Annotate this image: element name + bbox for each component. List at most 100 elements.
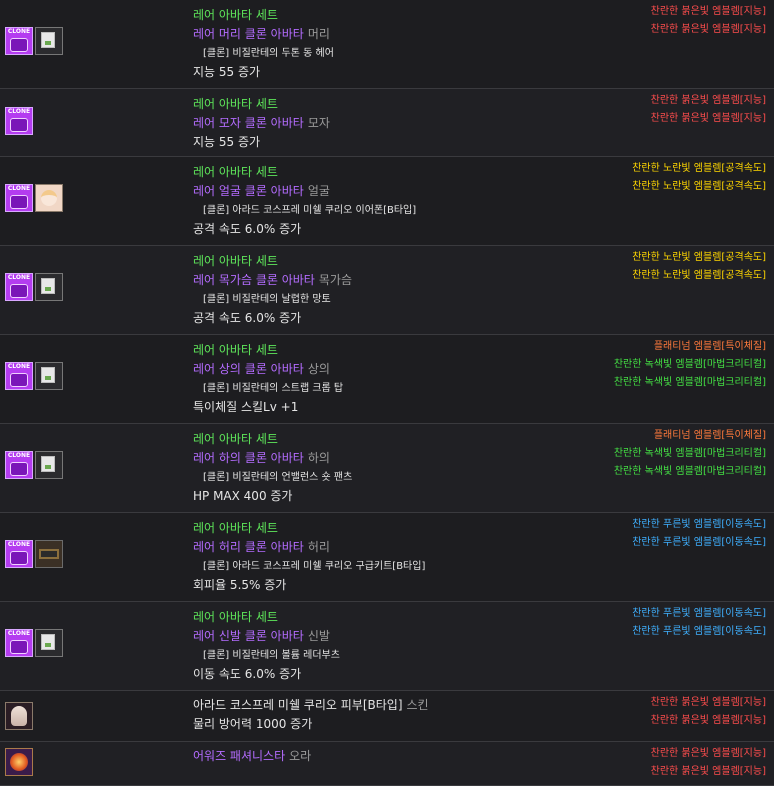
slot-label: 목가슴 — [318, 273, 352, 287]
emblem: 찬란한 붉은빛 엠블렘[지능] — [650, 715, 766, 726]
item-icons: CLONE — [5, 184, 63, 212]
emblem-list: 플래티넘 엠블렘[특이체질] 찬란한 녹색빛 엠블렘[마법크리티컬] 찬란한 녹… — [614, 427, 766, 481]
emblem-list: 찬란한 푸른빛 엠블렘[이동속도] 찬란한 푸른빛 엠블렘[이동속도] — [632, 605, 766, 641]
clone-avatar-icon: CLONE — [5, 184, 33, 212]
avatar-row-neck[interactable]: CLONE 레어 아바타 세트 레어 목가슴 클론 아바타 목가슴 [클론] 비질… — [0, 246, 774, 335]
emblem: 플래티넘 엠블렘[특이체질] — [653, 341, 766, 352]
avatar-row-top[interactable]: CLONE 레어 아바타 세트 레어 상의 클론 아바타 상의 [클론] 비질란테… — [0, 335, 774, 424]
broken-image-icon — [35, 451, 63, 479]
slot-label: 스킨 — [406, 698, 429, 712]
item-icons: CLONE — [5, 540, 63, 568]
emblem: 찬란한 붉은빛 엠블렘[지능] — [650, 113, 766, 124]
emblem-list: 찬란한 붉은빛 엠블렘[지능] 찬란한 붉은빛 엠블렘[지능] — [651, 745, 766, 781]
avatar-row-waist[interactable]: CLONE 레어 아바타 세트 레어 허리 클론 아바타 허리 [클론] 아라드 … — [0, 513, 774, 602]
aura-item-icon — [5, 748, 33, 776]
emblem: 찬란한 붉은빛 엠블렘[지능] — [650, 697, 766, 708]
clone-name: [클론] 아라드 코스프레 미쉘 쿠리오 구급키트[B타입] — [203, 561, 426, 572]
stat-text: 지능 55 증가 — [193, 135, 261, 149]
emblem: 찬란한 노란빛 엠블렘[공격속도] — [632, 252, 766, 263]
first-aid-kit-icon — [35, 540, 63, 568]
item-icons: CLONE — [5, 107, 33, 135]
slot-label: 오라 — [289, 749, 312, 763]
clone-avatar-icon: CLONE — [5, 540, 33, 568]
avatar-row-face[interactable]: CLONE 레어 아바타 세트 레어 얼굴 클론 아바타 얼굴 [클론] 아라드 … — [0, 157, 774, 246]
slot-label: 신발 — [307, 629, 330, 643]
clone-avatar-icon: CLONE — [5, 451, 33, 479]
avatar-row-hat[interactable]: CLONE 레어 아바타 세트 레어 모자 클론 아바타 모자 지능 55 증가 … — [0, 89, 774, 157]
emblem: 찬란한 녹색빛 엠블렘[마법크리티컬] — [613, 359, 766, 370]
stat-text: 지능 55 증가 — [193, 65, 261, 79]
clone-avatar-icon: CLONE — [5, 362, 33, 390]
slot-label: 하의 — [307, 451, 330, 465]
avatar-row-head[interactable]: CLONE 레어 아바타 세트 레어 머리 클론 아바타 머리 [클론] 비질란테… — [0, 0, 774, 89]
emblem: 찬란한 녹색빛 엠블렘[마법크리티컬] — [613, 377, 766, 388]
emblem-list: 찬란한 붉은빛 엠블렘[지능] 찬란한 붉은빛 엠블렘[지능] — [651, 92, 766, 128]
avatar-row-bottom[interactable]: CLONE 레어 아바타 세트 레어 하의 클론 아바타 하의 [클론] 비질란테… — [0, 424, 774, 513]
clone-name: [클론] 비질란테의 두톤 동 헤어 — [203, 48, 334, 59]
item-name: 레어 허리 클론 아바타 — [193, 540, 304, 554]
stat-text: 회피율 5.5% 증가 — [193, 578, 287, 592]
item-name: 레어 상의 클론 아바타 — [193, 362, 304, 376]
emblem: 찬란한 노란빛 엠블렘[공격속도] — [632, 181, 766, 192]
emblem: 찬란한 푸른빛 엠블렘[이동속도] — [632, 519, 766, 530]
item-icons: CLONE — [5, 27, 63, 55]
slot-label: 허리 — [307, 540, 330, 554]
set-label: 레어 아바타 세트 — [193, 521, 278, 535]
item-name: 어워즈 패셔니스타 — [193, 749, 286, 763]
avatar-row-skin[interactable]: 아라드 코스프레 미쉘 쿠리오 피부[B타입] 스킨 물리 방어력 1000 증가… — [0, 691, 774, 742]
clone-name: [클론] 비질란테의 날렵한 망토 — [203, 294, 331, 305]
item-icons — [5, 702, 33, 730]
item-icons: CLONE — [5, 451, 63, 479]
avatar-row-aura[interactable]: 어워즈 패셔니스타 오라 찬란한 붉은빛 엠블렘[지능] 찬란한 붉은빛 엠블렘[… — [0, 742, 774, 786]
emblem: 찬란한 녹색빛 엠블렘[마법크리티컬] — [613, 466, 766, 477]
broken-image-icon — [35, 629, 63, 657]
clone-name: [클론] 아라드 코스프레 미쉘 쿠리오 이어폰[B타입] — [203, 205, 417, 216]
emblem: 플래티넘 엠블렘[특이체질] — [653, 430, 766, 441]
slot-label: 머리 — [307, 27, 330, 41]
avatar-list: CLONE 레어 아바타 세트 레어 머리 클론 아바타 머리 [클론] 비질란테… — [0, 0, 774, 786]
earphone-item-icon — [35, 184, 63, 212]
emblem: 찬란한 푸른빛 엠블렘[이동속도] — [632, 608, 766, 619]
item-name: 레어 하의 클론 아바타 — [193, 451, 304, 465]
stat-text: HP MAX 400 증가 — [193, 489, 293, 503]
item-name: 레어 얼굴 클론 아바타 — [193, 184, 304, 198]
emblem-list: 찬란한 붉은빛 엠블렘[지능] 찬란한 붉은빛 엠블렘[지능] — [651, 694, 766, 730]
set-label: 레어 아바타 세트 — [193, 165, 278, 179]
emblem-list: 찬란한 노란빛 엠블렘[공격속도] 찬란한 노란빛 엠블렘[공격속도] — [632, 249, 766, 285]
slot-label: 얼굴 — [307, 184, 330, 198]
slot-label: 모자 — [307, 116, 330, 130]
clone-avatar-icon: CLONE — [5, 629, 33, 657]
item-icons: CLONE — [5, 362, 63, 390]
avatar-row-shoes[interactable]: CLONE 레어 아바타 세트 레어 신발 클론 아바타 신발 [클론] 비질란테… — [0, 602, 774, 691]
emblem: 찬란한 녹색빛 엠블렘[마법크리티컬] — [613, 448, 766, 459]
item-name: 레어 모자 클론 아바타 — [193, 116, 304, 130]
set-label: 레어 아바타 세트 — [193, 8, 278, 22]
emblem: 찬란한 노란빛 엠블렘[공격속도] — [632, 270, 766, 281]
item-name: 레어 신발 클론 아바타 — [193, 629, 304, 643]
clone-name: [클론] 비질란테의 볼륨 레더부츠 — [203, 650, 340, 661]
item-icons: CLONE — [5, 273, 63, 301]
item-name: 레어 머리 클론 아바타 — [193, 27, 304, 41]
emblem: 찬란한 붉은빛 엠블렘[지능] — [650, 95, 766, 106]
item-icons — [5, 748, 33, 776]
emblem: 찬란한 푸른빛 엠블렘[이동속도] — [632, 537, 766, 548]
emblem: 찬란한 붉은빛 엠블렘[지능] — [650, 766, 766, 777]
set-label: 레어 아바타 세트 — [193, 432, 278, 446]
broken-image-icon — [35, 273, 63, 301]
clone-name: [클론] 비질란테의 언밸런스 숏 팬츠 — [203, 472, 353, 483]
emblem-list: 플래티넘 엠블렘[특이체질] 찬란한 녹색빛 엠블렘[마법크리티컬] 찬란한 녹… — [614, 338, 766, 392]
clone-avatar-icon: CLONE — [5, 107, 33, 135]
item-icons: CLONE — [5, 629, 63, 657]
set-label: 레어 아바타 세트 — [193, 343, 278, 357]
item-name: 아라드 코스프레 미쉘 쿠리오 피부[B타입] — [193, 698, 403, 712]
emblem-list: 찬란한 노란빛 엠블렘[공격속도] 찬란한 노란빛 엠블렘[공격속도] — [632, 160, 766, 196]
stat-text: 특이체질 스킬Lv +1 — [193, 400, 299, 414]
stat-text: 물리 방어력 1000 증가 — [193, 717, 313, 731]
emblem-list: 찬란한 붉은빛 엠블렘[지능] 찬란한 붉은빛 엠블렘[지능] — [651, 3, 766, 39]
set-label: 레어 아바타 세트 — [193, 97, 278, 111]
emblem: 찬란한 붉은빛 엠블렘[지능] — [650, 748, 766, 759]
stat-text: 공격 속도 6.0% 증가 — [193, 311, 302, 325]
clone-name: [클론] 비질란테의 스트랩 크롭 탑 — [203, 383, 344, 394]
slot-label: 상의 — [307, 362, 330, 376]
set-label: 레어 아바타 세트 — [193, 610, 278, 624]
